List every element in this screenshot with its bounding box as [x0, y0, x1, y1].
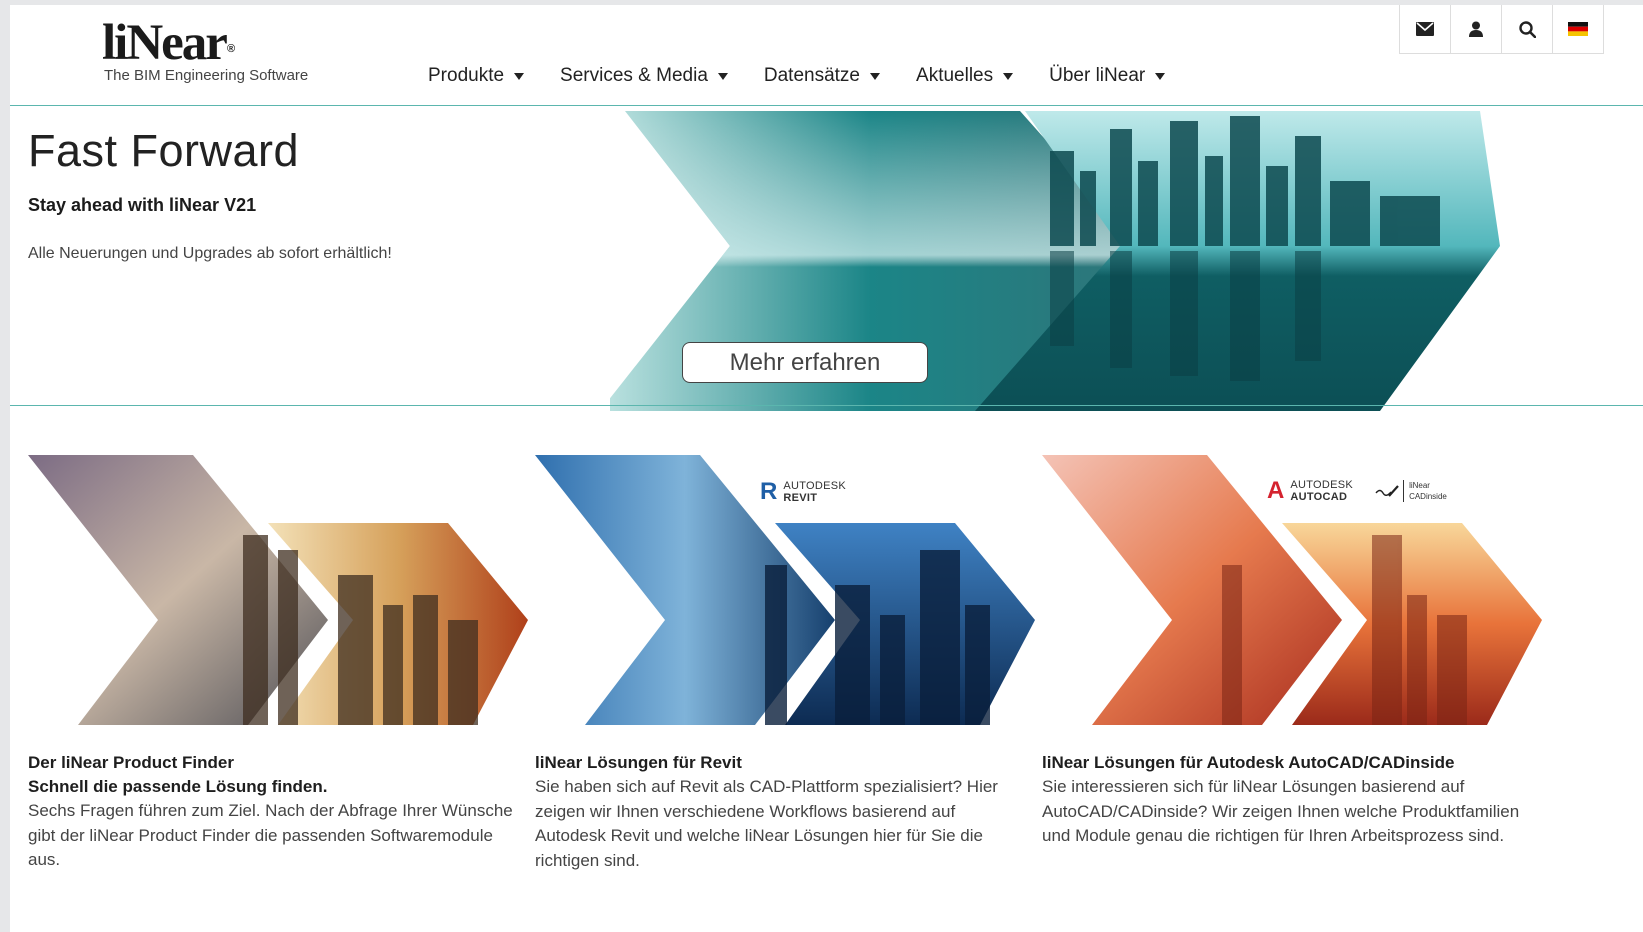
search-button[interactable]: [1501, 5, 1552, 53]
account-button[interactable]: [1450, 5, 1501, 53]
main-nav: Produkte Services & Media Datensätze Akt…: [428, 65, 1166, 87]
card-body: Sechs Fragen führen zum Ziel. Nach der A…: [28, 801, 513, 870]
hero-subtitle: Stay ahead with liNear V21: [28, 195, 257, 215]
user-icon: [1469, 21, 1483, 37]
header-divider: [10, 105, 1643, 106]
mail-button[interactable]: [1400, 5, 1450, 53]
logo[interactable]: liNear® The BIM Engineering Software: [102, 15, 308, 84]
card-title: liNear Lösungen für Revit: [535, 753, 742, 772]
caret-down-icon: [1155, 72, 1166, 80]
search-icon: [1518, 20, 1536, 38]
nav-services-media[interactable]: Services & Media: [560, 65, 728, 87]
nav-ueber-linear[interactable]: Über liNear: [1049, 65, 1166, 87]
page: liNear® The BIM Engineering Software Pro…: [10, 5, 1643, 932]
card-title: liNear Lösungen für Autodesk AutoCAD/CAD…: [1042, 753, 1455, 772]
logo-tagline: The BIM Engineering Software: [104, 67, 309, 84]
card-body: Sie haben sich auf Revit als CAD-Plattfo…: [535, 777, 998, 870]
hero-divider: [10, 405, 1643, 406]
hero-title: Fast Forward: [28, 125, 300, 176]
utility-bar: [1399, 5, 1604, 54]
hero-text: Alle Neuerungen und Upgrades ab sofort e…: [28, 245, 392, 262]
german-flag-icon: [1568, 22, 1588, 36]
autocad-logo-icon: A: [1267, 477, 1285, 504]
mehr-erfahren-button[interactable]: Mehr erfahren: [682, 342, 928, 383]
pen-icon: [1375, 485, 1399, 497]
revit-logo-icon: R: [760, 478, 778, 505]
autodesk-revit-badge: R AUTODESK REVIT: [760, 478, 847, 505]
nav-datensaetze[interactable]: Datensätze: [764, 65, 881, 87]
caret-down-icon: [1003, 72, 1014, 80]
card-title: Der liNear Product Finder: [28, 753, 234, 772]
registered-mark: ®: [226, 43, 235, 55]
card-image: [28, 455, 528, 725]
card-body: Sie interessieren sich für liNear Lösung…: [1042, 777, 1520, 846]
caret-down-icon: [514, 72, 525, 80]
language-button[interactable]: [1552, 5, 1603, 53]
logo-word: liNear: [102, 15, 228, 71]
nav-produkte[interactable]: Produkte: [428, 65, 525, 87]
autodesk-autocad-badge: A AUTODESK AUTOCAD liNear CADinside: [1267, 477, 1447, 504]
mail-icon: [1416, 22, 1434, 36]
caret-down-icon: [717, 72, 728, 80]
card-subtitle: Schnell die passende Lösung finden.: [28, 777, 328, 796]
nav-aktuelles[interactable]: Aktuelles: [916, 65, 1014, 87]
caret-down-icon: [870, 72, 881, 80]
cadinside-logo: liNear CADinside: [1375, 480, 1447, 502]
